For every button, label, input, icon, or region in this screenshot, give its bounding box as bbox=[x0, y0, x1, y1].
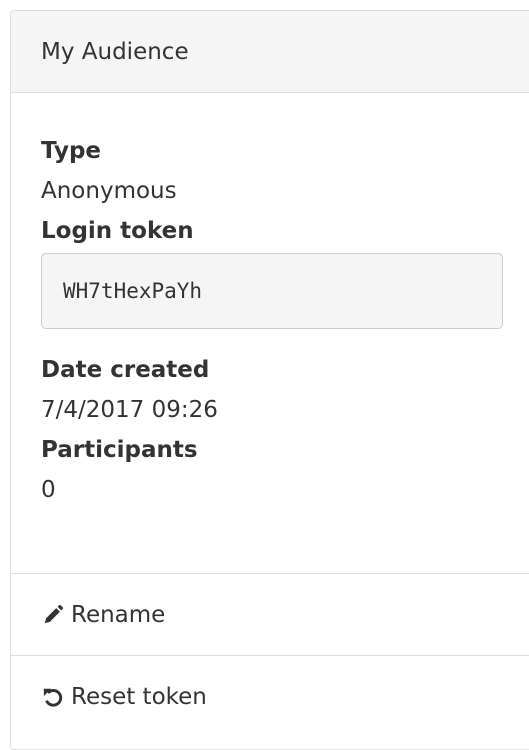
panel-heading: My Audience bbox=[11, 11, 529, 93]
login-token-label: Login token bbox=[41, 218, 194, 244]
date-created-label: Date created bbox=[41, 357, 210, 383]
rename-button[interactable]: Rename bbox=[11, 574, 529, 656]
login-token-value: WH7tHexPaYh bbox=[63, 279, 203, 303]
audience-details: Type Anonymous Login token WH7tHexPaYh D… bbox=[11, 93, 529, 574]
pencil-icon bbox=[41, 603, 65, 627]
type-value: Anonymous bbox=[41, 178, 177, 204]
rename-label: Rename bbox=[71, 601, 166, 628]
login-token-field[interactable]: WH7tHexPaYh bbox=[41, 253, 503, 329]
type-label: Type bbox=[41, 138, 102, 164]
reset-token-button[interactable]: Reset token bbox=[11, 656, 529, 738]
participants-label: Participants bbox=[41, 437, 198, 463]
date-created-value: 7/4/2017 09:26 bbox=[41, 397, 218, 423]
undo-icon bbox=[41, 685, 65, 709]
panel-title: My Audience bbox=[41, 38, 189, 65]
participants-value: 0 bbox=[41, 477, 56, 503]
reset-token-label: Reset token bbox=[71, 684, 207, 710]
audience-panel: My Audience Type Anonymous Login token W… bbox=[10, 10, 529, 750]
